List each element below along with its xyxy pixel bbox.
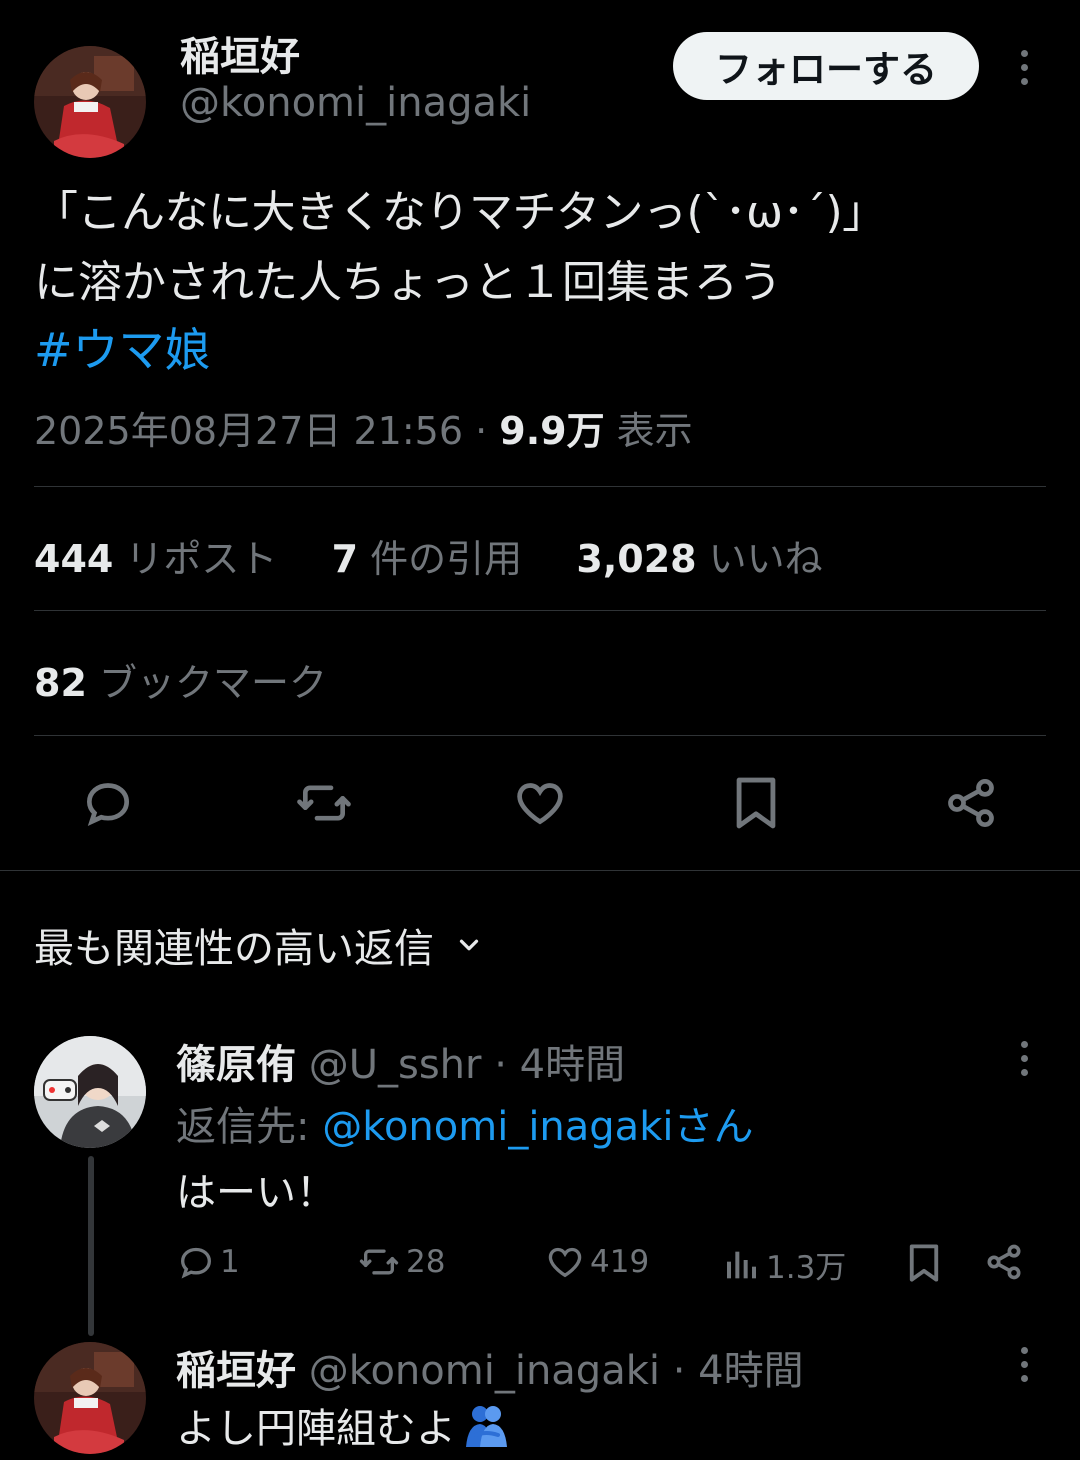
views-count: 9.9万 bbox=[499, 409, 605, 453]
bookmarks-count: 82 bbox=[34, 661, 87, 705]
reply-header: 稲垣好 @konomi_inagaki · 4時間 bbox=[176, 1338, 804, 1396]
author-name[interactable]: 稲垣好 bbox=[180, 24, 300, 82]
like-icon[interactable] bbox=[510, 773, 570, 833]
reply-author-name[interactable]: 篠原侑 bbox=[176, 1042, 296, 1088]
replies-sort-dropdown[interactable]: 最も関連性の高い返信 bbox=[34, 916, 484, 974]
share-icon bbox=[987, 1244, 1021, 1280]
reply-like-count: 419 bbox=[590, 1244, 650, 1280]
reply-avatar[interactable] bbox=[34, 1036, 146, 1148]
bookmarks-stat[interactable]: 82 ブックマーク bbox=[34, 652, 327, 707]
reply-text: はーい！ bbox=[176, 1170, 336, 1216]
replies-sort-label: 最も関連性の高い返信 bbox=[34, 926, 434, 972]
reply-share-button[interactable] bbox=[984, 1242, 1024, 1282]
bookmarks-label: ブックマーク bbox=[98, 661, 327, 705]
reply-views-button[interactable]: 1.3万 bbox=[722, 1242, 846, 1287]
quotes-count: 7 bbox=[331, 537, 359, 581]
reply-author-handle[interactable]: @U_sshr bbox=[309, 1042, 482, 1088]
more-icon[interactable] bbox=[1014, 1347, 1034, 1382]
reply-text: よし円陣組むよ bbox=[176, 1406, 456, 1452]
tweet-text-line-1: 「こんなに大きくなりマチタンっ(`･ω･´)」 bbox=[34, 187, 886, 238]
likes-stat[interactable]: 3,028 いいね bbox=[576, 537, 822, 581]
reply-to-line: 返信先: @konomi_inagakiさん bbox=[176, 1094, 753, 1152]
reply-reply-button[interactable]: 1 bbox=[176, 1242, 240, 1282]
follow-button[interactable]: フォローする bbox=[673, 32, 979, 100]
reposts-label: リポスト bbox=[125, 537, 278, 581]
reply-like-button[interactable]: 419 bbox=[544, 1242, 649, 1282]
reply-header: 篠原侑 @U_sshr · 4時間 bbox=[176, 1032, 625, 1090]
reply-bookmark-button[interactable] bbox=[906, 1242, 942, 1284]
reply-text-row: よし円陣組むよ bbox=[176, 1396, 510, 1454]
stats-row: 444 リポスト 7 件の引用 3,028 いいね bbox=[34, 528, 823, 583]
reply-author-name[interactable]: 稲垣好 bbox=[176, 1348, 296, 1394]
reply-icon[interactable] bbox=[78, 773, 138, 833]
reply-to-handle[interactable]: @konomi_inagakiさん bbox=[322, 1104, 753, 1150]
reply-author-handle[interactable]: @konomi_inagaki bbox=[309, 1348, 660, 1394]
tweet-meta: 2025年08月27日 21:56 · 9.9万 表示 bbox=[34, 400, 693, 455]
reply-to-prefix: 返信先: bbox=[176, 1104, 323, 1150]
likes-label: いいね bbox=[708, 537, 823, 581]
bookmark-icon bbox=[909, 1244, 939, 1282]
reply-reply-count: 1 bbox=[220, 1244, 240, 1280]
more-icon[interactable] bbox=[1014, 1041, 1034, 1076]
repost-icon bbox=[359, 1249, 399, 1275]
like-icon bbox=[548, 1247, 582, 1278]
chevron-down-icon bbox=[459, 939, 479, 951]
repost-icon[interactable] bbox=[294, 773, 354, 833]
reply-avatar[interactable] bbox=[34, 1342, 146, 1454]
reply-view-count: 1.3万 bbox=[766, 1250, 847, 1286]
reply-time[interactable]: · 4時間 bbox=[660, 1348, 804, 1394]
divider bbox=[34, 735, 1046, 736]
reply-repost-button[interactable]: 28 bbox=[356, 1242, 445, 1282]
hashtag-link[interactable]: #ウマ娘 bbox=[34, 314, 211, 380]
reply-repost-count: 28 bbox=[406, 1244, 446, 1280]
author-handle[interactable]: @konomi_inagaki bbox=[180, 80, 531, 126]
tweet-timestamp[interactable]: 2025年08月27日 21:56 · bbox=[34, 409, 499, 453]
likes-count: 3,028 bbox=[576, 537, 697, 581]
reposts-count: 444 bbox=[34, 537, 114, 581]
reply-icon bbox=[180, 1247, 212, 1279]
share-icon[interactable] bbox=[941, 773, 1001, 833]
quotes-label: 件の引用 bbox=[370, 537, 523, 581]
divider bbox=[34, 610, 1046, 611]
views-label: 表示 bbox=[604, 409, 693, 453]
people-hugging-emoji bbox=[466, 1406, 507, 1447]
reposts-stat[interactable]: 444 リポスト bbox=[34, 537, 277, 581]
section-divider bbox=[0, 870, 1080, 871]
views-icon bbox=[727, 1251, 756, 1278]
reply-time[interactable]: · 4時間 bbox=[481, 1042, 625, 1088]
bookmark-icon[interactable] bbox=[726, 773, 786, 833]
divider bbox=[34, 486, 1046, 487]
tweet-text-line-2: に溶かされた人ちょっと１回集まろう bbox=[34, 257, 782, 308]
more-icon[interactable] bbox=[1014, 50, 1034, 85]
thread-line bbox=[88, 1156, 94, 1336]
author-avatar[interactable] bbox=[34, 46, 146, 158]
quotes-stat[interactable]: 7 件の引用 bbox=[332, 537, 523, 581]
